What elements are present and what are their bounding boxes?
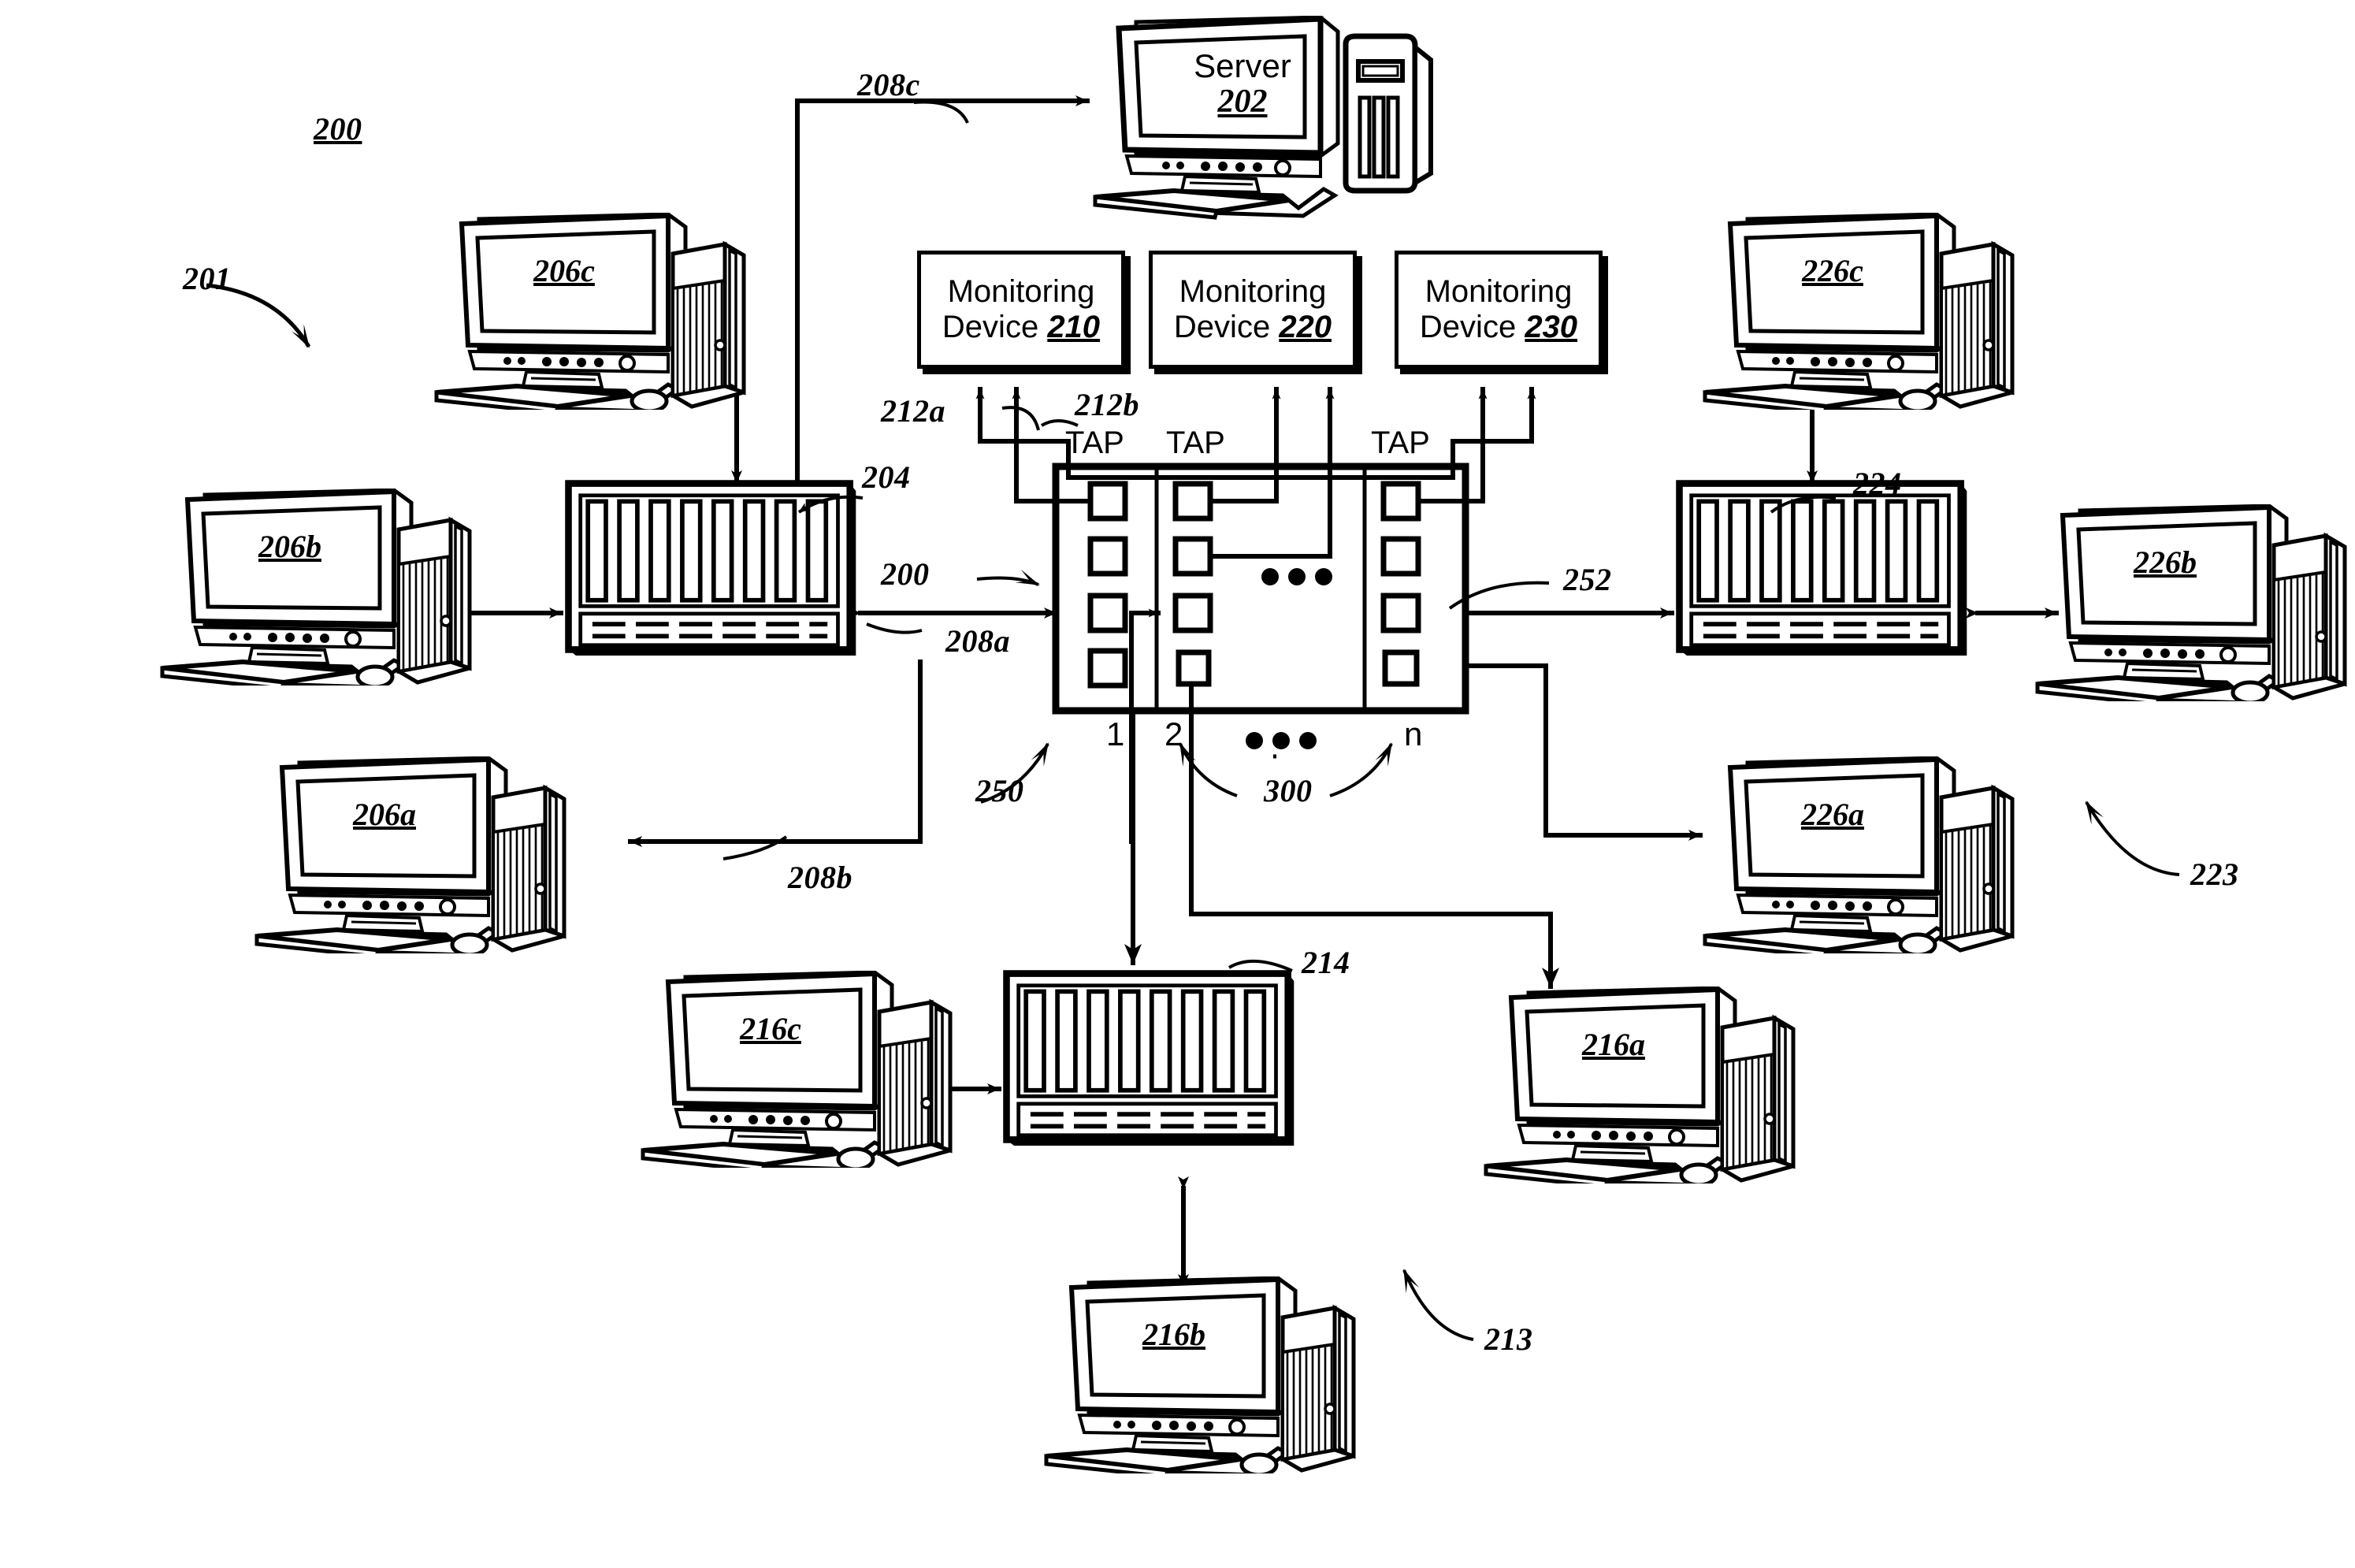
computer-226a — [1705, 758, 2012, 957]
md230-number: 230 — [1525, 310, 1578, 344]
md220-number: 220 — [1279, 310, 1332, 344]
ref-201: 201 — [183, 261, 232, 296]
leader-300b — [1329, 742, 1393, 797]
computer-226b — [2037, 506, 2345, 704]
leader-200-tap — [976, 569, 1040, 586]
ref-214: 214 — [1302, 945, 1350, 980]
monitoring-device-230[interactable]: Monitoring Device 230 — [1395, 251, 1603, 369]
ref-213: 213 — [1484, 1321, 1533, 1357]
tap-module-label-2: TAP — [1166, 425, 1225, 460]
ref-300: 300 — [1264, 773, 1313, 808]
md230-line2: Device — [1419, 310, 1517, 344]
leader-300a — [1179, 742, 1238, 797]
ref-224: 224 — [1853, 466, 1902, 501]
tap-module-label-n: TAP — [1371, 425, 1430, 460]
md230-line1: Monitoring — [1425, 274, 1573, 310]
leader-213 — [1402, 1269, 1474, 1341]
computer-label-226c: 226c — [1802, 253, 1863, 288]
tap-port-number-1: 1 — [1106, 715, 1125, 752]
leader-214 — [1228, 960, 1293, 972]
leader-208c — [913, 100, 969, 124]
ref-208c: 208c — [857, 67, 920, 102]
ref-figure-200: 200 — [314, 111, 362, 147]
server-screen-label: Server 202 — [1144, 47, 1341, 121]
ref-204: 204 — [862, 459, 911, 495]
md220-line1: Monitoring — [1179, 274, 1327, 310]
switch-214 — [1007, 974, 1295, 1146]
md220-line2: Device — [1173, 310, 1271, 344]
computer-label-206a: 206a — [353, 797, 416, 832]
computer-216b — [1046, 1278, 1354, 1477]
computer-label-216c: 216c — [740, 1011, 801, 1046]
computer-label-226b: 226b — [2134, 544, 2197, 580]
ref-200-tap: 200 — [881, 556, 930, 592]
server-name: Server — [1194, 47, 1291, 84]
patent-figure-canvas: Monitoring Device 210 Monitoring Device … — [0, 0, 2355, 1568]
leader-208a — [866, 622, 923, 634]
leader-212a — [1001, 406, 1040, 431]
link-tap-to-216a — [1189, 669, 1559, 989]
computer-226c — [1705, 214, 2012, 413]
computer-label-206b: 206b — [258, 529, 321, 564]
computer-206b — [162, 490, 470, 689]
switch-204 — [569, 484, 856, 656]
computer-206a — [257, 758, 564, 957]
tap-port-number-2: 2 — [1164, 715, 1183, 752]
md210-number: 210 — [1047, 310, 1101, 344]
server-number: 202 — [1217, 84, 1268, 121]
computer-label-226a: 226a — [1801, 797, 1864, 832]
md210-line1: Monitoring — [947, 274, 1095, 310]
ref-208b: 208b — [788, 860, 852, 895]
monitoring-device-210[interactable]: Monitoring Device 210 — [917, 251, 1125, 369]
computer-216c — [643, 972, 950, 1171]
computer-label-216a: 216a — [1582, 1027, 1645, 1062]
ref-212a: 212a — [881, 393, 945, 429]
tap-module-label-1: TAP — [1065, 425, 1124, 460]
ref-212b: 212b — [1075, 387, 1139, 422]
computer-206c — [436, 214, 744, 413]
tap-port-number-n: n — [1404, 715, 1423, 752]
switch-224 — [1680, 484, 1967, 656]
computer-label-216b: 216b — [1142, 1317, 1205, 1352]
monitoring-device-220[interactable]: Monitoring Device 220 — [1149, 251, 1357, 369]
computer-216a — [1486, 988, 1793, 1187]
ref-252: 252 — [1563, 562, 1612, 597]
ref-223: 223 — [2190, 856, 2239, 892]
ref-250: 250 — [975, 773, 1024, 808]
computer-label-206c: 206c — [533, 253, 595, 288]
tap-inner-ellipsis — [1261, 568, 1332, 585]
port-ellipsis — [1246, 732, 1317, 749]
ref-208a: 208a — [945, 623, 1010, 659]
link-208b — [628, 660, 923, 847]
md210-line2: Device — [942, 310, 1039, 344]
leader-223 — [2085, 801, 2180, 876]
